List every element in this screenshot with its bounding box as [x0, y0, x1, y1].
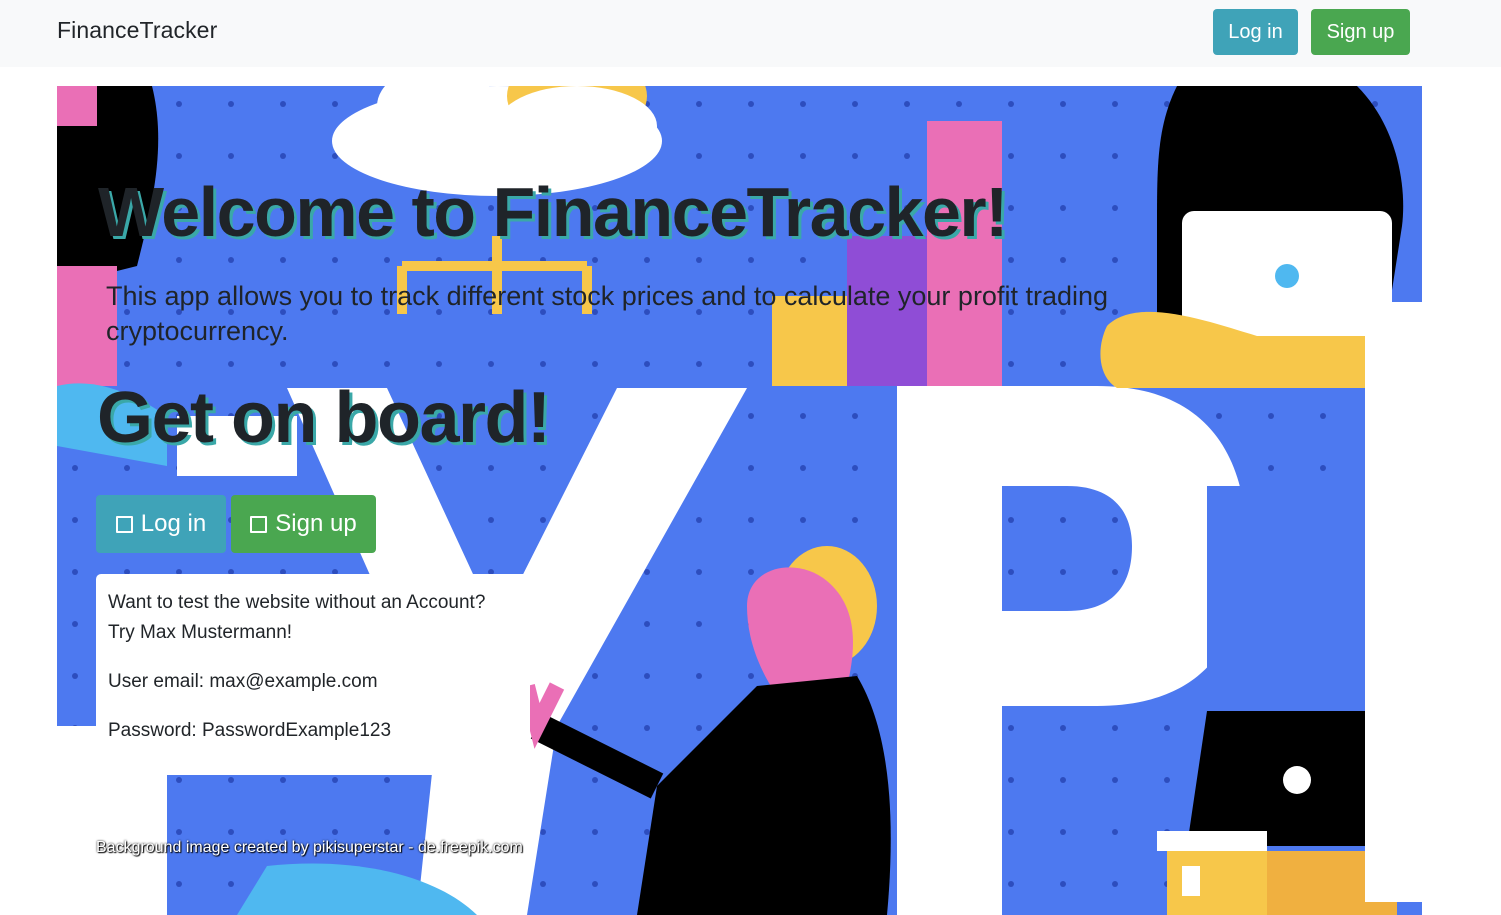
- square-icon: [250, 515, 268, 533]
- navbar: FinanceTracker Log in Sign up: [0, 0, 1501, 67]
- hero-title: Welcome to FinanceTracker!: [98, 173, 1008, 251]
- hero-signup-button[interactable]: Sign up: [231, 495, 376, 553]
- test-account-password: Password: PasswordExample123: [108, 720, 392, 741]
- image-credit: Background image created by pikisupersta…: [96, 839, 523, 856]
- hero-lead-text: This app allows you to track different s…: [106, 281, 1109, 346]
- test-account-card: Want to test the website without an Acco…: [96, 574, 530, 775]
- brand-link[interactable]: FinanceTracker: [57, 17, 217, 44]
- test-account-intro: Want to test the website without an Acco…: [108, 592, 486, 613]
- hero-login-button[interactable]: Log in: [96, 495, 226, 553]
- test-account-name: Try Max Mustermann!: [108, 622, 293, 643]
- hero-subtitle: Get on board!: [97, 378, 551, 458]
- nav-signup-button[interactable]: Sign up: [1311, 9, 1410, 55]
- page-right-gutter: [1365, 302, 1445, 902]
- test-account-email: User email: max@example.com: [108, 671, 378, 692]
- square-icon: [115, 515, 133, 533]
- hero-login-label: Log in: [140, 510, 207, 537]
- nav-login-button[interactable]: Log in: [1213, 9, 1298, 55]
- hero-signup-label: Sign up: [275, 510, 357, 537]
